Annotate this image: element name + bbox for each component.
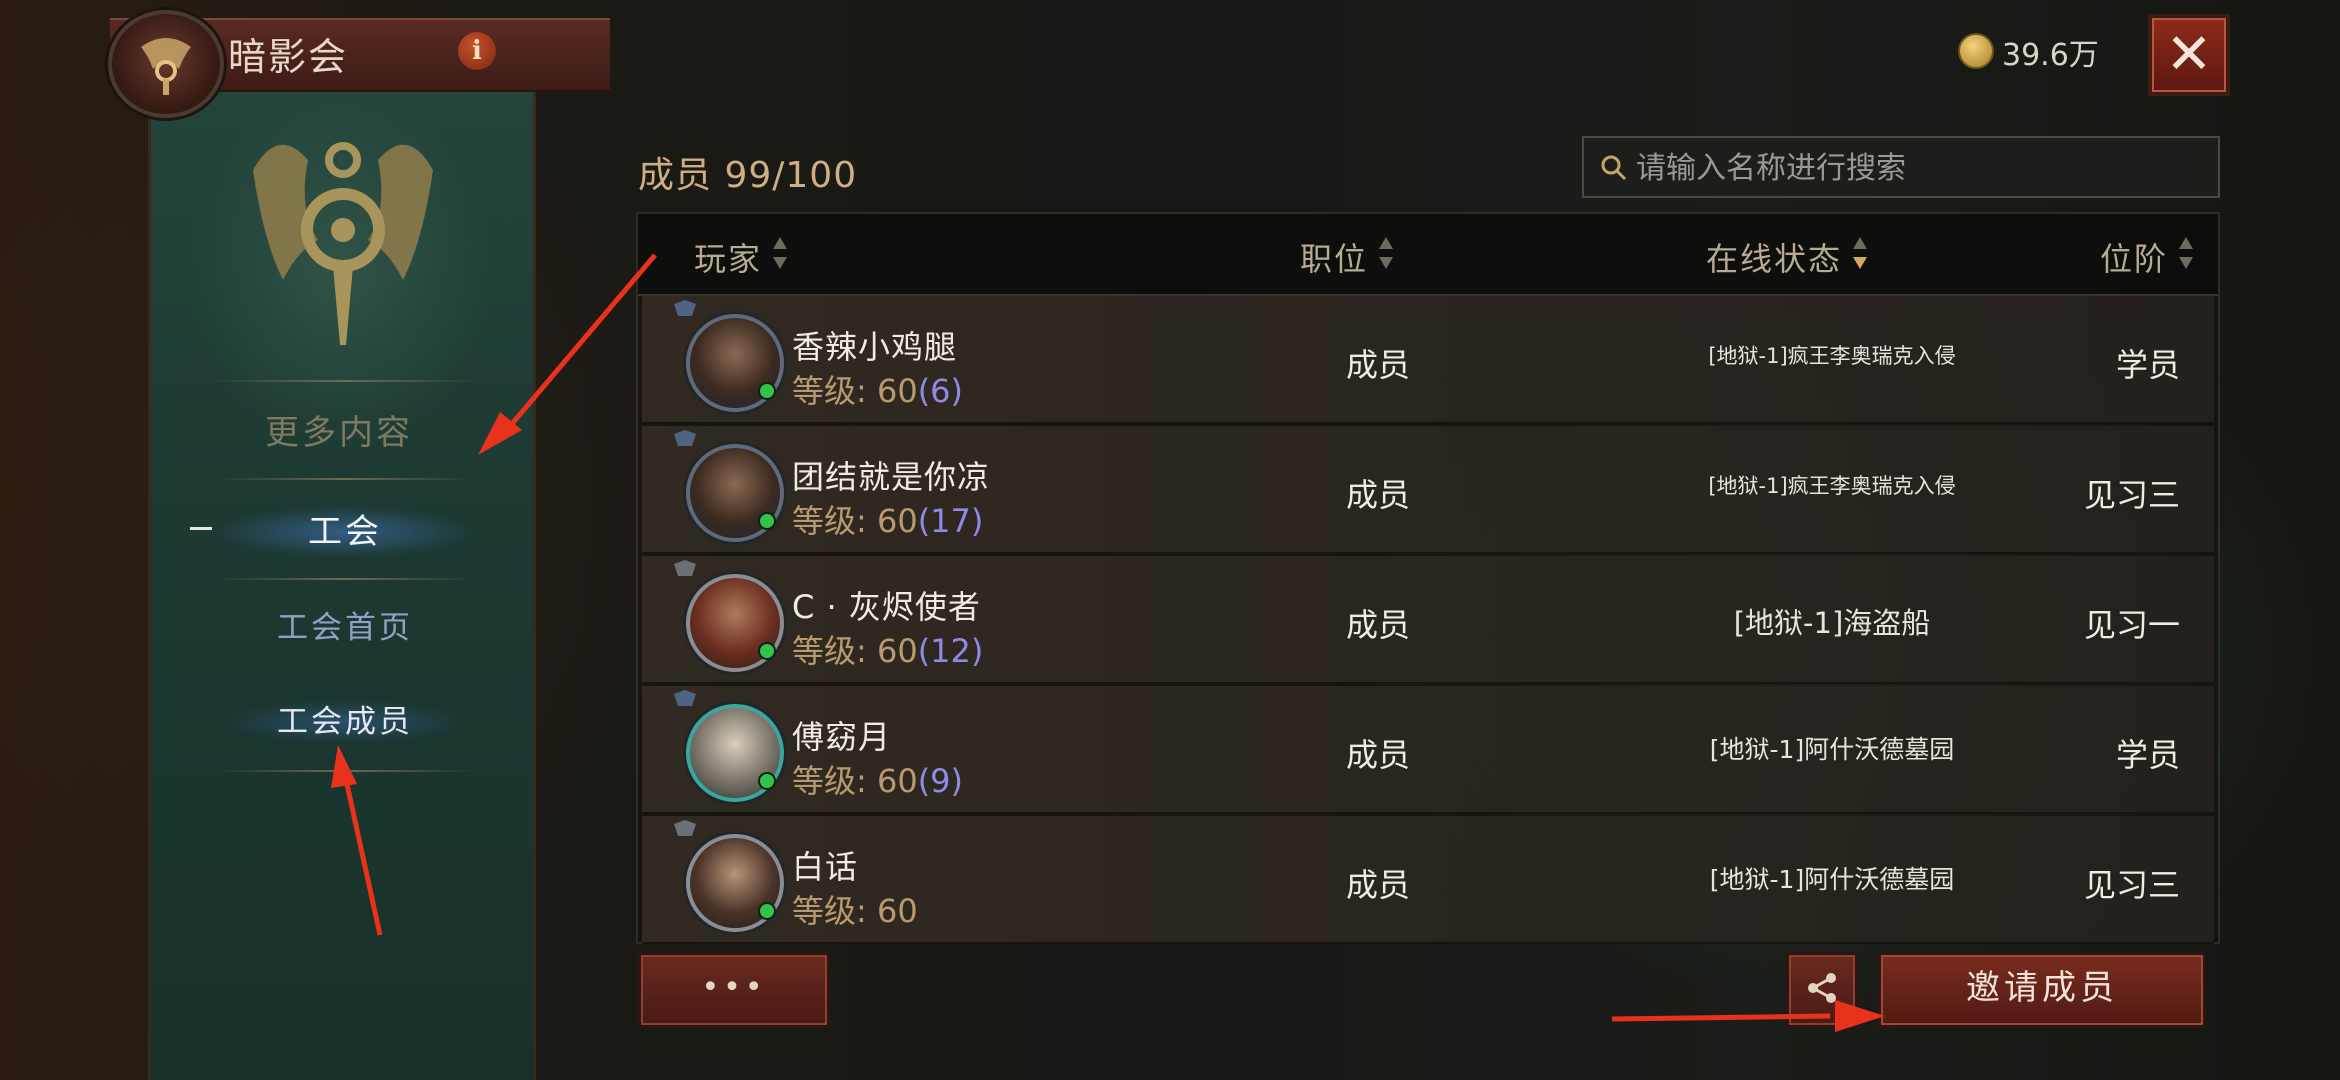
sidebar-divider [215,578,475,580]
online-status-dot [758,902,776,920]
guild-title: 暗影会 [228,35,349,79]
level-label: 等级: 60 [792,632,918,670]
table-row[interactable]: 香辣小鸡腿 等级: 60(6) 成员 [地狱-1]疯王李奥瑞克入侵 学员 [642,296,2214,424]
player-name: 傅窈月 [792,718,892,756]
player-name: 白话 [792,848,859,886]
level-suffix: (6) [917,372,964,410]
sidebar-item-guild-members[interactable]: 工会成员 [190,690,500,754]
player-role: 成员 [1345,476,1410,514]
player-role: 成员 [1345,606,1410,644]
column-header-label: 在线状态 [1706,240,1843,278]
column-header-role[interactable]: 职位 [1300,234,1394,280]
info-icon[interactable]: i [458,32,496,70]
player-name: C · 灰烬使者 [792,588,981,626]
player-level: 等级: 60(6) [792,366,963,412]
level-label: 等级: 60 [792,502,918,540]
share-button[interactable] [1786,952,1858,1028]
player-name: 团结就是你凉 [792,458,991,496]
player-role: 成员 [1345,346,1410,384]
level-label: 等级: 60 [792,372,918,410]
online-status-dot [758,772,776,790]
player-rank: 学员 [2115,736,2180,774]
sidebar-more-content-label: 更多内容 [265,413,413,453]
online-status-dot [758,382,776,400]
table-row[interactable]: 白话 等级: 60 成员 [地狱-1]阿什沃德墓园 见习三 [642,816,2214,944]
guild-emblem-badge-icon[interactable] [108,10,224,118]
rank-badge-icon [672,820,698,840]
level-suffix: (12) [917,632,984,670]
player-rank: 见习三 [2083,866,2180,904]
guild-emblem-icon [238,130,448,364]
search-icon [1600,154,1628,186]
player-rank: 见习三 [2083,476,2180,514]
player-rank: 见习一 [2083,606,2180,644]
player-role: 成员 [1345,736,1410,774]
sort-icon[interactable] [772,235,788,279]
sidebar-item-guild-home[interactable]: 工会首页 [190,596,500,660]
player-level: 等级: 60 [792,886,918,932]
player-rank: 学员 [2115,346,2180,384]
level-suffix: (17) [917,502,984,540]
sidebar-item-guild[interactable]: 工会 [190,500,500,564]
level-suffix: (9) [917,762,964,800]
column-header-label: 位阶 [2100,240,2169,278]
column-header-player[interactable]: 玩家 [694,234,788,280]
sidebar-divider [215,770,475,772]
column-header-rank[interactable]: 位阶 [2100,234,2194,280]
invite-members-button[interactable]: 邀请成员 [1878,952,2206,1028]
sort-icon[interactable] [1852,235,1868,279]
table-row[interactable]: 团结就是你凉 等级: 60(17) 成员 [地狱-1]疯王李奥瑞克入侵 见习三 [642,426,2214,554]
share-icon [1805,971,1839,1009]
player-name: 香辣小鸡腿 [792,328,958,366]
gold-coin-icon [1958,33,1994,69]
online-status-dot [758,512,776,530]
search-input[interactable] [1634,138,2208,198]
online-status-dot [758,642,776,660]
more-options-button[interactable]: ••• [638,952,830,1028]
rank-badge-icon [672,560,698,580]
player-level: 等级: 60(9) [792,756,963,802]
level-label: 等级: 60 [792,892,918,930]
table-row[interactable]: 傅窈月 等级: 60(9) 成员 [地狱-1]阿什沃德墓园 学员 [642,686,2214,814]
sidebar-divider [210,380,480,382]
table-header: 玩家 职位 在线状态 位阶 [638,214,2218,296]
member-count: 成员 99/100 [638,155,858,196]
player-level: 等级: 60(17) [792,496,983,542]
player-role: 成员 [1345,866,1410,904]
column-header-label: 职位 [1300,240,1369,278]
sidebar-divider [215,478,475,480]
rank-badge-icon [672,690,698,710]
sort-icon[interactable] [1378,235,1394,279]
rank-badge-icon [672,300,698,320]
player-level: 等级: 60(12) [792,626,983,672]
search-box[interactable] [1582,136,2220,198]
member-table: 玩家 职位 在线状态 位阶 香辣小鸡腿 等级: 60(6) 成员 [地狱-1]疯… [636,212,2220,944]
sort-icon[interactable] [2178,235,2194,279]
rank-badge-icon [672,430,698,450]
level-label: 等级: 60 [792,762,918,800]
column-header-online-status[interactable]: 在线状态 [1706,234,1868,280]
close-button[interactable]: ✕ [2148,14,2230,96]
column-header-label: 玩家 [694,240,763,278]
table-row[interactable]: C · 灰烬使者 等级: 60(12) 成员 [地狱-1]海盗船 见习一 [642,556,2214,684]
currency-amount: 39.6万 [2002,38,2099,73]
